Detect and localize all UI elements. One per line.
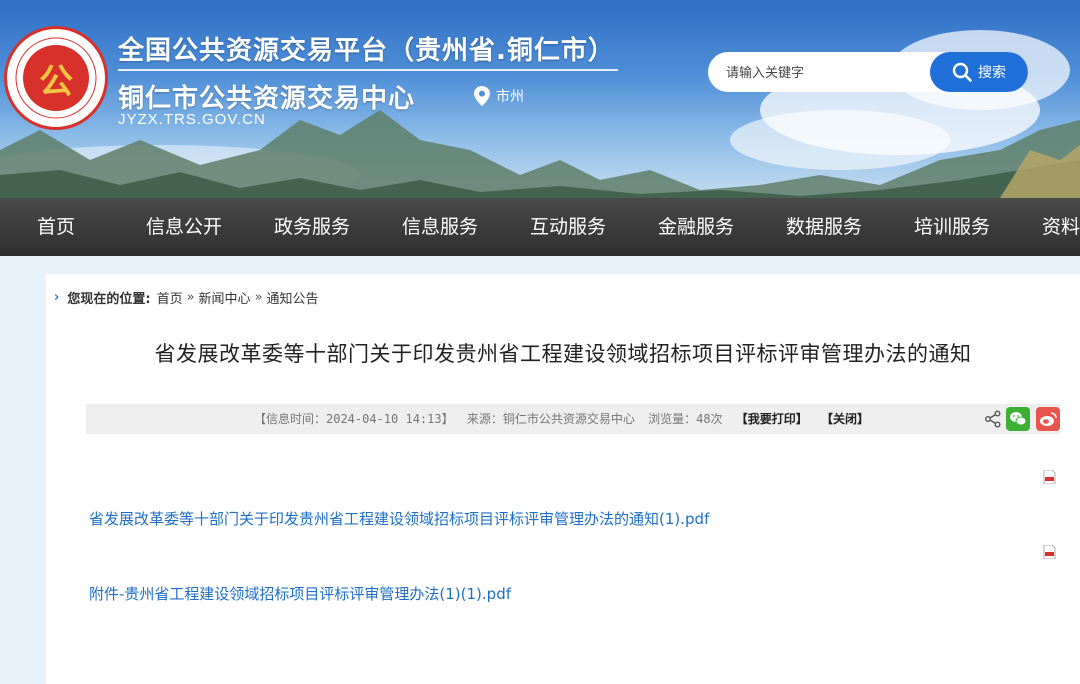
nav-item-materials[interactable]: 资料	[1030, 198, 1080, 256]
site-domain: JYZX.TRS.GOV.CN	[118, 111, 266, 128]
nav-item-info-public[interactable]: 信息公开	[134, 198, 234, 256]
nav-item-data[interactable]: 数据服务	[774, 198, 874, 256]
attachment-link-2[interactable]: 附件-贵州省工程建设领域招标项目评标评审管理办法(1)(1).pdf	[89, 583, 511, 604]
breadcrumb-news-center[interactable]: 新闻中心	[199, 288, 251, 307]
chevron-right-icon: ›	[54, 290, 60, 305]
location-label: 市州	[496, 89, 524, 105]
nav-item-home[interactable]: 首页	[14, 198, 98, 256]
search-box: 搜索	[708, 52, 1028, 92]
article-info-bar: 【信息时间：2024-04-10 14:13】 来源：铜仁市公共资源交易中心 浏…	[86, 404, 1060, 434]
search-icon	[952, 62, 972, 82]
pdf-file-icon	[1043, 545, 1056, 559]
article-meta: 【信息时间：2024-04-10 14:13】 来源：铜仁市公共资源交易中心 浏…	[254, 404, 875, 434]
location-pin-icon	[474, 86, 490, 106]
search-button[interactable]: 搜索	[930, 52, 1028, 92]
print-button[interactable]: 【我要打印】	[736, 412, 808, 426]
article-title: 省发展改革委等十部门关于印发贵州省工程建设领域招标项目评标评审管理办法的通知	[154, 342, 972, 366]
wechat-share-icon[interactable]	[1006, 407, 1030, 431]
share-icon[interactable]	[984, 410, 1002, 428]
breadcrumb-home[interactable]: 首页	[157, 288, 183, 307]
site-logo[interactable]: 公	[4, 26, 108, 130]
breadcrumb-separator: »	[186, 290, 195, 305]
nav-item-training[interactable]: 培训服务	[902, 198, 1002, 256]
main-nav: 首页 信息公开 政务服务 信息服务 互动服务 金融服务 数据服务 培训服务 资料	[0, 198, 1080, 256]
logo-mark: 公	[23, 45, 89, 111]
search-input[interactable]	[708, 52, 950, 92]
location-selector[interactable]: 市州	[474, 86, 524, 106]
close-button[interactable]: 【关闭】	[821, 412, 869, 426]
search-button-label: 搜索	[978, 65, 1006, 81]
info-time: 【信息时间：2024-04-10 14:13】	[254, 412, 454, 426]
info-source: 来源：铜仁市公共资源交易中心	[466, 412, 635, 426]
weibo-icon	[1040, 412, 1057, 426]
attachment-link-1[interactable]: 省发展改革委等十部门关于印发贵州省工程建设领域招标项目评标评审管理办法的通知(1…	[89, 508, 709, 529]
pdf-file-icon	[1043, 470, 1056, 484]
breadcrumb-label: 您现在的位置:	[67, 292, 151, 307]
nav-item-interaction[interactable]: 互动服务	[518, 198, 618, 256]
info-views: 浏览量：48次	[648, 412, 723, 426]
breadcrumb: › 您现在的位置: 首页 » 新闻中心 » 通知公告	[54, 288, 319, 307]
breadcrumb-separator: »	[254, 290, 263, 305]
wechat-icon	[1010, 412, 1027, 426]
nav-item-gov-service[interactable]: 政务服务	[262, 198, 362, 256]
site-title: 全国公共资源交易平台（贵州省.铜仁市）	[118, 36, 615, 66]
content-panel: › 您现在的位置: 首页 » 新闻中心 » 通知公告 省发展改革委等十部门关于印…	[46, 274, 1080, 684]
breadcrumb-notices[interactable]: 通知公告	[267, 288, 319, 307]
title-divider	[118, 69, 618, 71]
nav-item-finance[interactable]: 金融服务	[646, 198, 746, 256]
header-banner: 公 全国公共资源交易平台（贵州省.铜仁市） 铜仁市公共资源交易中心 JYZX.T…	[0, 0, 1080, 198]
nav-item-info-service[interactable]: 信息服务	[390, 198, 490, 256]
center-name: 铜仁市公共资源交易中心	[118, 84, 416, 114]
weibo-share-icon[interactable]	[1036, 407, 1060, 431]
